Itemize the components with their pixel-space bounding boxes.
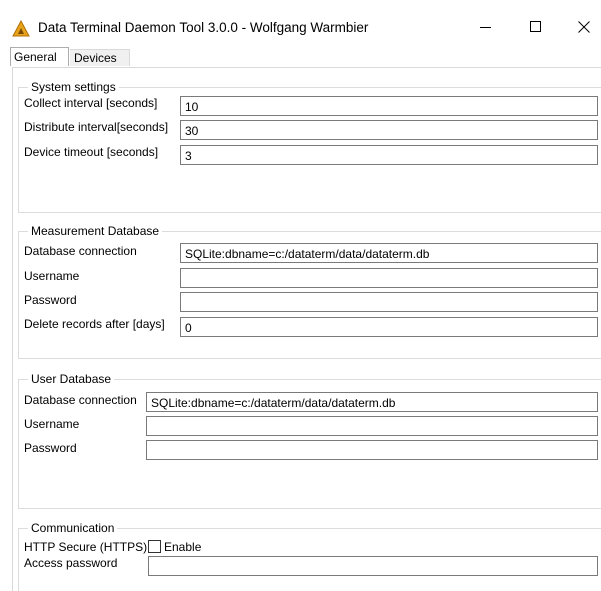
db-connection-input[interactable]: SQLite:dbname=c:/dataterm/data/dataterm.… [180,243,598,263]
collect-interval-input[interactable]: 10 [180,96,598,116]
maximize-icon [530,21,541,32]
delete-records-label: Delete records after [days] [24,317,165,331]
minimize-button[interactable] [463,14,509,40]
access-password-label: Access password [24,556,118,570]
user-db-username-label: Username [24,417,80,431]
distribute-interval-input[interactable]: 30 [180,120,598,140]
user-db-connection-label: Database connection [24,393,137,407]
maximize-button[interactable] [513,14,559,40]
tab-devices[interactable]: Devices [70,49,130,66]
title-bar: Data Terminal Daemon Tool 3.0.0 - Wolfga… [0,0,601,40]
window-title: Data Terminal Daemon Tool 3.0.0 - Wolfga… [38,20,369,35]
group-title: Communication [28,521,118,535]
https-enable-checkbox[interactable] [148,540,161,553]
group-title: Measurement Database [28,224,163,238]
https-label: HTTP Secure (HTTPS) [24,540,148,554]
access-password-input[interactable] [148,556,598,576]
db-password-label: Password [24,293,77,307]
close-icon [578,21,590,33]
user-db-username-input[interactable] [146,416,598,436]
db-password-input[interactable] [180,292,598,312]
collect-interval-label: Collect interval [seconds] [24,96,158,110]
db-username-input[interactable] [180,268,598,288]
db-connection-label: Database connection [24,244,137,258]
db-username-label: Username [24,269,80,283]
close-button[interactable] [561,14,601,40]
group-title: User Database [28,372,115,386]
delete-records-input[interactable]: 0 [180,317,598,337]
device-timeout-input[interactable]: 3 [180,145,598,165]
user-db-connection-input[interactable]: SQLite:dbname=c:/dataterm/data/dataterm.… [146,392,598,412]
https-enable-label[interactable]: Enable [164,540,201,554]
tab-general[interactable]: General [10,47,69,66]
device-timeout-label: Device timeout [seconds] [24,145,159,159]
group-title: System settings [28,80,119,94]
warning-triangle-icon [12,20,30,38]
minimize-icon [480,27,491,28]
distribute-interval-label: Distribute interval[seconds] [24,120,169,134]
user-db-password-label: Password [24,441,77,455]
user-db-password-input[interactable] [146,440,598,460]
